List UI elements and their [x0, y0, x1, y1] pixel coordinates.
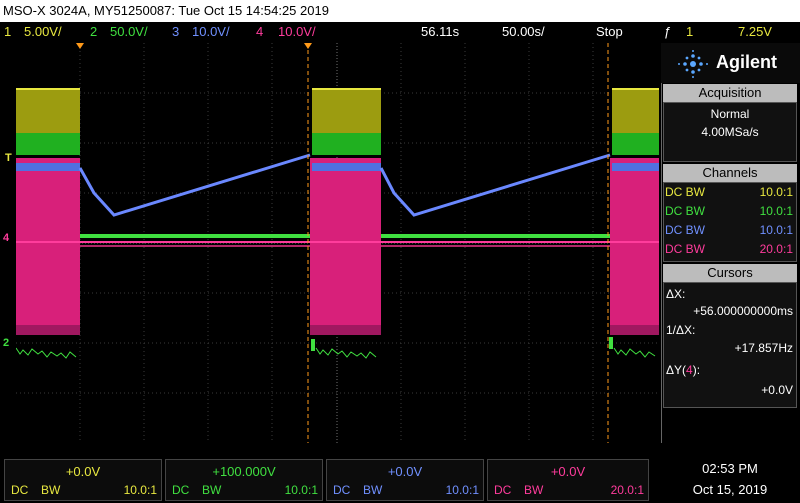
acquisition-mode: Normal	[710, 107, 750, 121]
trigger-edge-icon: ƒ	[664, 24, 672, 39]
delta-y-label-post: ):	[692, 363, 701, 377]
waveform-display[interactable]	[16, 43, 659, 443]
cursors-box: ΔX: +56.000000000ms 1/ΔX: +17.857Hz ΔY(4…	[663, 282, 797, 408]
delta-y-label: ΔY(4):	[666, 363, 700, 377]
inverse-delta-x-value: +17.857Hz	[734, 341, 793, 355]
ch2-bottom-bw: BW	[202, 483, 222, 497]
ch4-coupling: DC BW	[665, 242, 705, 256]
delta-y-label-pre: ΔY(	[666, 363, 687, 377]
ch4-ground-marker[interactable]: 4	[3, 232, 9, 244]
delta-y-value: +0.0V	[761, 383, 793, 397]
delta-x-label: ΔX:	[666, 287, 686, 301]
clock-time: 02:53 PM	[702, 461, 758, 476]
ch4-offset: +0.0V	[550, 464, 586, 479]
channels-header[interactable]: Channels	[663, 164, 797, 182]
ch1-offset-box[interactable]: +0.0V DC BW 10.0:1	[4, 459, 162, 501]
delta-y-channel: 4	[686, 363, 693, 377]
agilent-logo: Agilent	[661, 43, 800, 83]
ch3-coupling: DC BW	[665, 223, 705, 237]
ch3-offset: +0.0V	[387, 464, 423, 479]
ch4-scale[interactable]: 10.0V/	[278, 22, 316, 42]
ch2-scale[interactable]: 50.0V/	[110, 22, 148, 42]
acquisition-header[interactable]: Acquisition	[663, 84, 797, 102]
ch2-offset: +100.000V	[212, 464, 276, 479]
ch1-bottom-bw: BW	[41, 483, 61, 497]
ch2-number[interactable]: 2	[90, 22, 97, 42]
waveform-svg	[16, 43, 659, 443]
ch3-probe: 10.0:1	[759, 223, 793, 237]
brand-name: Agilent	[716, 52, 777, 72]
ch1-number[interactable]: 1	[4, 22, 11, 42]
horizontal-delay[interactable]: 56.11s	[421, 22, 459, 42]
title-text: MSO-X 3024A, MY51250087: Tue Oct 15 14:5…	[3, 3, 329, 18]
sample-rate: 4.00MSa/s	[701, 125, 759, 139]
ch1-bottom-probe: 10.0:1	[123, 483, 157, 497]
clock: 02:53 PM Oct 15, 2019	[660, 459, 800, 497]
channels-box: DC BW 10.0:1 DC BW 10.0:1 DC BW 10.0:1 D…	[663, 182, 797, 262]
ch1-probe: 10.0:1	[759, 185, 793, 199]
ch4-offset-box[interactable]: +0.0V DC BW 20.0:1	[487, 459, 649, 501]
inverse-delta-x-label: 1/ΔX:	[666, 323, 696, 337]
ch1-coupling: DC BW	[665, 185, 705, 199]
ch1-offset: +0.0V	[65, 464, 101, 479]
ch1-trace	[16, 88, 659, 133]
ch4-bottom-bw: BW	[524, 483, 544, 497]
channel-status-bar: 1 5.00V/ 2 50.0V/ 3 10.0V/ 4 10.0V/ 56.1…	[0, 22, 800, 42]
ch4-probe: 20.0:1	[759, 242, 793, 256]
title-bar: MSO-X 3024A, MY51250087: Tue Oct 15 14:5…	[0, 0, 800, 22]
ch2-bottom-probe: 10.0:1	[284, 483, 318, 497]
ch3-bottom-coupling: DC	[333, 483, 351, 497]
ch2-offset-box[interactable]: +100.000V DC BW 10.0:1	[165, 459, 323, 501]
clock-date: Oct 15, 2019	[692, 482, 768, 497]
cursors-header[interactable]: Cursors	[663, 264, 797, 282]
ch2-coupling: DC BW	[665, 204, 705, 218]
ch3-bottom-probe: 10.0:1	[445, 483, 479, 497]
agilent-spark-icon	[678, 50, 708, 78]
trigger-level[interactable]: 7.25V	[738, 22, 772, 42]
ch3-bottom-bw: BW	[363, 483, 383, 497]
delta-x-value: +56.000000000ms	[693, 304, 793, 318]
ch3-offset-box[interactable]: +0.0V DC BW 10.0:1	[326, 459, 484, 501]
ch2-bottom-coupling: DC	[172, 483, 190, 497]
ch2-ground-marker[interactable]: 2	[3, 337, 9, 349]
run-state[interactable]: Stop	[596, 22, 623, 42]
timebase-scale[interactable]: 50.00s/	[502, 22, 545, 42]
ch4-number[interactable]: 4	[256, 22, 263, 42]
acquisition-box: Normal 4.00MSa/s	[663, 102, 797, 162]
ch3-number[interactable]: 3	[172, 22, 179, 42]
ch1-scale[interactable]: 5.00V/	[24, 22, 62, 42]
ch1-bottom-coupling: DC	[11, 483, 29, 497]
ch4-bottom-probe: 20.0:1	[610, 483, 644, 497]
ch4-bottom-coupling: DC	[494, 483, 512, 497]
ch3-scale[interactable]: 10.0V/	[192, 22, 230, 42]
ch2-probe: 10.0:1	[759, 204, 793, 218]
trigger-source[interactable]: 1	[686, 22, 693, 42]
trigger-level-marker: T	[5, 152, 12, 164]
ch4-trace	[16, 158, 659, 335]
cursor-a-icon	[304, 43, 312, 49]
trigger-position-icon	[76, 43, 84, 49]
